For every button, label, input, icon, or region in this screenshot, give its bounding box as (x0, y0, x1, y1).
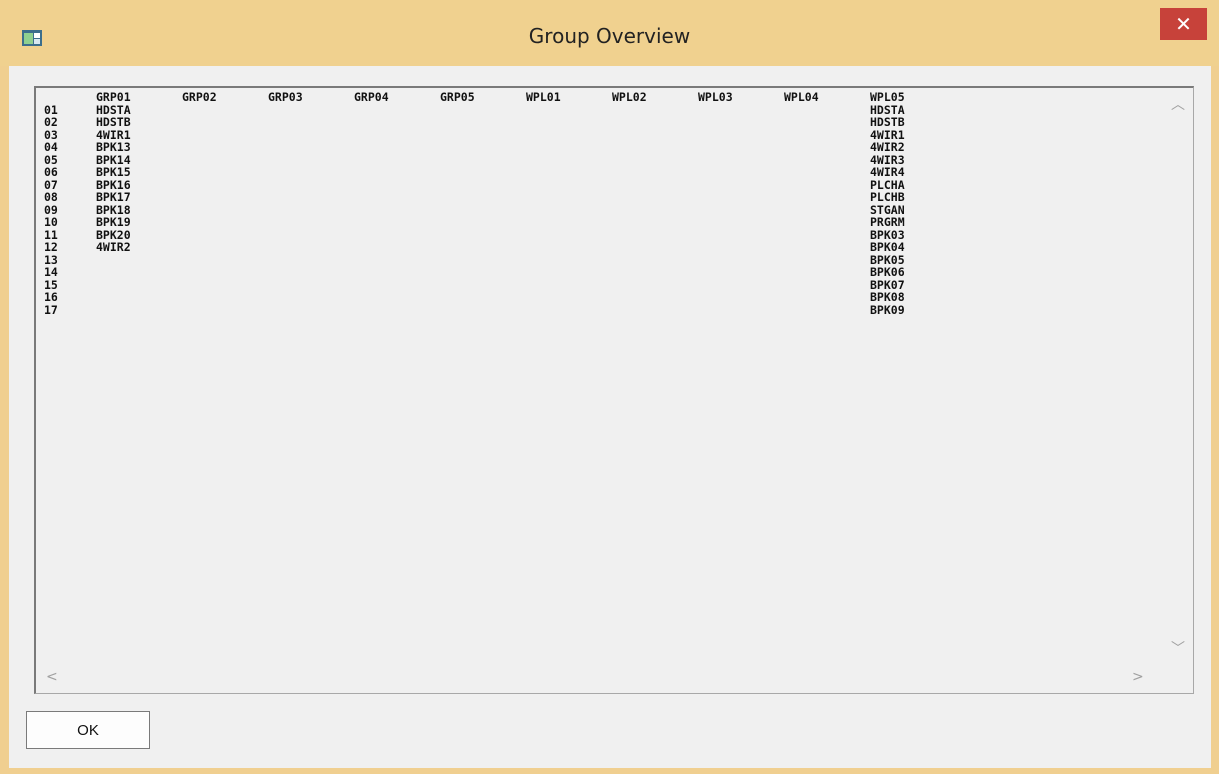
group-grid: GRP01 GRP02 GRP03 GRP04 GRP05 WPL01 WPL02 WPL03… (44, 91, 1154, 666)
table-row: 05 BPK14 4WIR3 (44, 153, 1154, 167)
scroll-right-arrow-icon[interactable]: > (1132, 669, 1144, 685)
table-row: 09 BPK18 STGAN (44, 203, 1154, 217)
row-number: 08 (44, 190, 58, 204)
vertical-scrollbar[interactable]: ︿ ﹀ (1163, 88, 1193, 663)
table-row: 17 BPK09 (44, 302, 1154, 317)
row-number: 16 (44, 290, 58, 304)
ok-button[interactable]: OK (26, 711, 150, 749)
table-cell: PLCHB (870, 190, 905, 204)
horizontal-scrollbar[interactable]: < > (36, 663, 1162, 693)
table-row: 15 BPK07 (44, 278, 1154, 292)
column-header: GRP01 (96, 91, 131, 104)
table-row: 01 HDSTA HDSTA (44, 103, 1154, 117)
table-cell: BPK13 (96, 140, 131, 154)
row-number: 14 (44, 265, 58, 279)
table-cell: 4WIR4 (870, 165, 905, 179)
scroll-left-arrow-icon[interactable]: < (46, 669, 58, 685)
window-title: Group Overview (528, 24, 691, 48)
table-row: 14 BPK06 (44, 266, 1154, 279)
column-header: GRP04 (354, 91, 389, 104)
column-header: WPL04 (784, 91, 819, 104)
column-header: WPL02 (612, 91, 647, 104)
table-cell: BPK08 (870, 290, 905, 304)
table-cell: BPK19 (96, 215, 131, 229)
scroll-up-arrow-icon[interactable]: ︿ (1171, 94, 1185, 114)
table-row: 06 BPK15 4WIR4 (44, 166, 1154, 179)
table-row: 07 BPK16 PLCHA (44, 178, 1154, 192)
scroll-down-arrow-icon[interactable]: ﹀ (1171, 638, 1185, 658)
table-cell: PRGRM (870, 215, 905, 229)
dialog-client-area: GRP01 GRP02 GRP03 GRP04 GRP05 WPL01 WPL02 WPL03… (9, 66, 1211, 768)
table-cell: 4WIR2 (96, 240, 131, 254)
grid-header-row: GRP01 GRP02 GRP03 GRP04 GRP05 WPL01 WPL02 WPL03… (44, 91, 1154, 104)
close-button[interactable]: ✕ (1160, 8, 1207, 40)
row-number: 06 (44, 165, 58, 179)
table-row: 11 BPK20 BPK03 (44, 228, 1154, 242)
column-header: GRP05 (440, 91, 475, 104)
title-bar[interactable]: Group Overview ✕ (0, 0, 1219, 66)
column-header: WPL05 (870, 91, 905, 104)
table-row: 16 BPK08 (44, 291, 1154, 304)
close-icon: ✕ (1175, 12, 1192, 36)
group-overview-listbox[interactable]: GRP01 GRP02 GRP03 GRP04 GRP05 WPL01 WPL02 WPL03… (34, 86, 1194, 694)
table-row: 04 BPK13 4WIR2 (44, 141, 1154, 154)
table-row: 02 HDSTB HDSTB (44, 116, 1154, 129)
row-number: 10 (44, 215, 58, 229)
group-overview-window: Group Overview ✕ GRP01 GRP02 GRP03 GRP04 GRP… (0, 0, 1219, 774)
column-header: WPL01 (526, 91, 561, 104)
column-header: GRP03 (268, 91, 303, 104)
row-number: 02 (44, 115, 58, 129)
table-cell: 4WIR2 (870, 140, 905, 154)
table-row: 03 4WIR1 4WIR1 (44, 128, 1154, 142)
table-cell: BPK17 (96, 190, 131, 204)
table-cell: BPK04 (870, 240, 905, 254)
table-row: 12 4WIR2 BPK04 (44, 241, 1154, 254)
table-cell: BPK06 (870, 265, 905, 279)
table-row: 08 BPK17 PLCHB (44, 191, 1154, 204)
table-cell: BPK09 (870, 302, 905, 317)
table-cell: BPK15 (96, 165, 131, 179)
scrollbar-corner (1163, 663, 1193, 693)
row-number: 12 (44, 240, 58, 254)
table-row: 10 BPK19 PRGRM (44, 216, 1154, 229)
table-cell: HDSTB (870, 115, 905, 129)
table-row: 13 BPK05 (44, 253, 1154, 267)
row-number: 17 (44, 302, 58, 317)
row-number: 04 (44, 140, 58, 154)
column-header: WPL03 (698, 91, 733, 104)
table-cell: HDSTB (96, 115, 131, 129)
column-header: GRP02 (182, 91, 217, 104)
